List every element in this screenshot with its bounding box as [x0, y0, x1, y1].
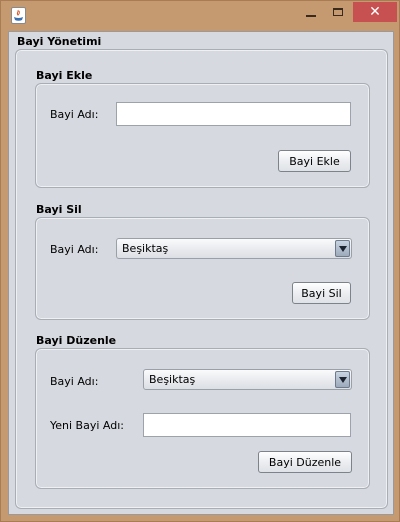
maximize-icon: [332, 8, 343, 16]
title-bar[interactable]: ✕: [1, 1, 400, 31]
add-dealer-button[interactable]: Bayi Ekle: [278, 150, 351, 172]
chevron-down-icon[interactable]: [335, 240, 350, 257]
edit-section-title: Bayi Düzenle: [36, 334, 117, 347]
edit-name-label: Bayi Adı:: [50, 375, 99, 388]
delete-selected-value: Beşiktaş: [122, 242, 169, 255]
main-panel: Bayi Yönetimi Bayi Ekle Bayi Adı: Bayi E…: [8, 31, 394, 515]
delete-dealer-select[interactable]: Beşiktaş: [116, 238, 352, 259]
edit-dealer-button[interactable]: Bayi Düzenle: [258, 451, 352, 473]
minimize-icon: [305, 15, 316, 17]
app-window: ✕ Bayi Yönetimi Bayi Ekle Bayi Adı: Bayi…: [0, 0, 400, 522]
minimize-button[interactable]: [297, 2, 324, 22]
add-section-title: Bayi Ekle: [36, 69, 93, 82]
delete-dealer-group: Bayi Adı: Beşiktaş Bayi Sil: [35, 217, 370, 320]
new-name-field[interactable]: [143, 413, 351, 437]
edit-dealer-group: Bayi Adı: Beşiktaş Yeni Bayi Adı: Bayi D…: [35, 348, 370, 489]
java-icon[interactable]: [11, 7, 26, 24]
delete-section-title: Bayi Sil: [36, 203, 82, 216]
edit-selected-value: Beşiktaş: [149, 373, 196, 386]
delete-name-label: Bayi Adı:: [50, 243, 99, 256]
close-icon: ✕: [369, 4, 381, 20]
delete-dealer-button[interactable]: Bayi Sil: [292, 282, 351, 304]
new-name-label: Yeni Bayi Adı:: [50, 419, 124, 432]
add-dealer-group: Bayi Adı: Bayi Ekle: [35, 83, 370, 188]
add-name-label: Bayi Adı:: [50, 108, 99, 121]
close-button[interactable]: ✕: [353, 2, 397, 22]
panel-title: Bayi Yönetimi: [17, 35, 102, 48]
chevron-down-icon[interactable]: [335, 371, 350, 388]
maximize-button[interactable]: [324, 2, 351, 22]
edit-dealer-select[interactable]: Beşiktaş: [143, 369, 352, 390]
add-name-field[interactable]: [116, 102, 351, 126]
